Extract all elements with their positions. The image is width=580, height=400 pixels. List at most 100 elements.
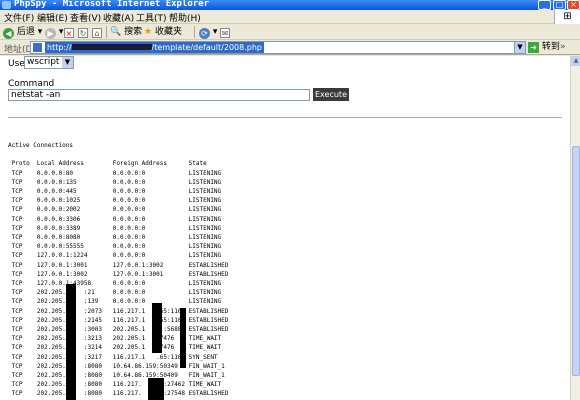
table-cell: LISTENING	[188, 280, 222, 288]
table-cell: LISTENING	[188, 298, 222, 306]
table-cell: 0.0.0.0:3306	[36, 215, 113, 223]
table-row: TCP 202.205. :8080 10.64.86.159:50349 FI…	[12, 363, 225, 370]
table-cell: 202.205.1 .1 :5688	[112, 326, 189, 334]
page-icon	[33, 43, 42, 52]
table-row: TCP 202.205. :2145 116.217.1 .65:110 EST…	[12, 317, 229, 324]
star-icon: ★	[144, 27, 153, 37]
maximize-button[interactable]: □	[553, 0, 566, 10]
table-cell: SYN_SENT	[188, 353, 218, 361]
table-cell: 0.0.0.0:0	[112, 234, 189, 242]
table-cell: TCP	[11, 243, 37, 251]
output-title: Active Connections	[8, 142, 74, 149]
redacted-host	[71, 44, 152, 50]
table-cell: Local Address	[36, 160, 113, 168]
table-cell: LISTENING	[188, 188, 222, 196]
table-cell: TCP	[11, 344, 37, 352]
table-row: TCP 0.0.0.0:445 0.0.0.0:0 LISTENING	[12, 188, 222, 195]
table-cell: TIME_WAIT	[188, 344, 222, 352]
address-input[interactable]: http:// /template/default/2008.php ▼	[30, 41, 526, 54]
table-cell: LISTENING	[188, 206, 222, 214]
links-chevron[interactable]: »	[560, 42, 566, 52]
table-cell: 0.0.0.0:135	[36, 178, 113, 186]
close-button[interactable]: ×	[567, 0, 580, 10]
table-row: TCP 127.0.0.1:3001 127.0.0.1:3002 ESTABL…	[12, 262, 229, 269]
table-row: TCP 0.0.0.0:8080 0.0.0.0:0 LISTENING	[12, 234, 222, 241]
address-dropdown-icon[interactable]: ▼	[514, 42, 525, 53]
back-label: 后退	[16, 27, 35, 37]
table-row: TCP 0.0.0.0:3306 0.0.0.0:0 LISTENING	[12, 216, 222, 223]
home-icon: ⌂	[92, 28, 102, 38]
table-cell: TCP	[11, 252, 37, 260]
table-cell: Foreign Address	[112, 160, 189, 168]
table-row: TCP 127.0.0.1:1224 0.0.0.0:0 LISTENING	[12, 252, 222, 259]
table-cell: LISTENING	[188, 197, 222, 205]
history-button[interactable]: ⟳ ▾	[199, 25, 217, 39]
menu-file[interactable]: 文件(F)	[4, 11, 34, 24]
scroll-up-icon[interactable]: ▲	[571, 56, 580, 66]
scroll-thumb[interactable]	[572, 146, 580, 376]
redaction-bar	[66, 284, 76, 400]
table-cell: 116.217.1 .65:110	[112, 316, 189, 324]
go-button[interactable]: ➜ 转到	[528, 41, 560, 54]
table-cell: TCP	[11, 307, 37, 315]
table-cell: TCP	[11, 197, 37, 205]
table-row: TCP 0.0.0.0:55555 0.0.0.0:0 LISTENING	[12, 243, 222, 250]
table-cell: ESTABLISHED	[188, 307, 229, 315]
table-cell: 0.0.0.0:0	[112, 197, 189, 205]
table-cell: 202.205.1 :7476	[112, 335, 189, 343]
table-cell: TCP	[11, 206, 37, 214]
title-bar: PhpSpy - Microsoft Internet Explorer _ □…	[0, 0, 580, 10]
execute-button[interactable]: Execute	[313, 88, 349, 101]
url-path: /template/default/2008.php	[151, 43, 262, 52]
redaction-bar	[148, 378, 164, 400]
table-cell: TCP	[11, 215, 37, 223]
table-cell: TCP	[11, 298, 37, 306]
go-arrow-icon: ➜	[528, 42, 539, 53]
refresh-button[interactable]: ↻	[78, 25, 88, 39]
table-cell: 202.205.1 :7476	[112, 344, 189, 352]
search-icon: 🔍	[110, 27, 122, 37]
table-row: TCP 202.205. :8080 116.217. :27548 ESTAB…	[12, 390, 229, 397]
command-label: Command	[8, 79, 55, 89]
table-row: TCP 202.205. :21 0.0.0.0:0 LISTENING	[12, 289, 222, 296]
table-cell: LISTENING	[188, 178, 222, 186]
minimize-button[interactable]: _	[538, 0, 551, 10]
table-cell: LISTENING	[188, 215, 222, 223]
menu-favorites[interactable]: 收藏(A)	[103, 11, 134, 24]
use-select[interactable]: wscript ▼	[24, 56, 74, 69]
search-button[interactable]: 🔍 搜索	[110, 25, 142, 39]
page-content: Use: wscript ▼ Command Execute Active Co…	[0, 56, 570, 400]
table-row: TCP 0.0.0.0:135 0.0.0.0:0 LISTENING	[12, 179, 222, 186]
table-cell: ESTABLISHED	[188, 326, 229, 334]
table-cell: 0.0.0.0:0	[112, 206, 189, 214]
vertical-scrollbar[interactable]: ▲	[570, 56, 580, 400]
toolbar-separator	[106, 26, 107, 38]
table-cell: TIME_WAIT	[188, 335, 222, 343]
table-cell: ESTABLISHED	[188, 390, 229, 398]
table-cell: TCP	[11, 362, 37, 370]
history-icon: ⟳	[199, 28, 210, 39]
stop-button[interactable]: ×	[64, 25, 74, 39]
table-cell: 127.0.0.1:3001	[36, 261, 113, 269]
table-cell: 0.0.0.0:55555	[36, 243, 113, 251]
favorites-button[interactable]: ★ 收藏夹	[144, 25, 182, 39]
table-cell: FIN_WAIT_1	[188, 362, 225, 370]
forward-button[interactable]: ▶ ▾	[45, 25, 63, 39]
mail-button[interactable]: ✉	[220, 25, 230, 39]
menu-edit[interactable]: 编辑(E)	[37, 11, 68, 24]
stop-icon: ×	[64, 28, 74, 38]
menu-tools[interactable]: 工具(T)	[136, 11, 167, 24]
menu-view[interactable]: 查看(V)	[70, 11, 101, 24]
home-button[interactable]: ⌂	[92, 25, 102, 39]
table-cell: TCP	[11, 381, 37, 389]
table-cell: TCP	[11, 280, 37, 288]
command-input[interactable]	[8, 89, 310, 101]
table-cell: 127.0.0.1:3001	[112, 270, 189, 278]
back-button[interactable]: ◀ 后退 ▾	[3, 25, 42, 39]
window-title: PhpSpy - Microsoft Internet Explorer	[14, 0, 210, 9]
table-cell: 0.0.0.0:0	[112, 280, 189, 288]
table-row: TCP 202.205. :139 0.0.0.0:0 LISTENING	[12, 298, 222, 305]
table-cell: LISTENING	[188, 234, 222, 242]
menu-help[interactable]: 帮助(H)	[169, 11, 201, 24]
table-row: TCP 0.0.0.0:2002 0.0.0.0:0 LISTENING	[12, 206, 222, 213]
